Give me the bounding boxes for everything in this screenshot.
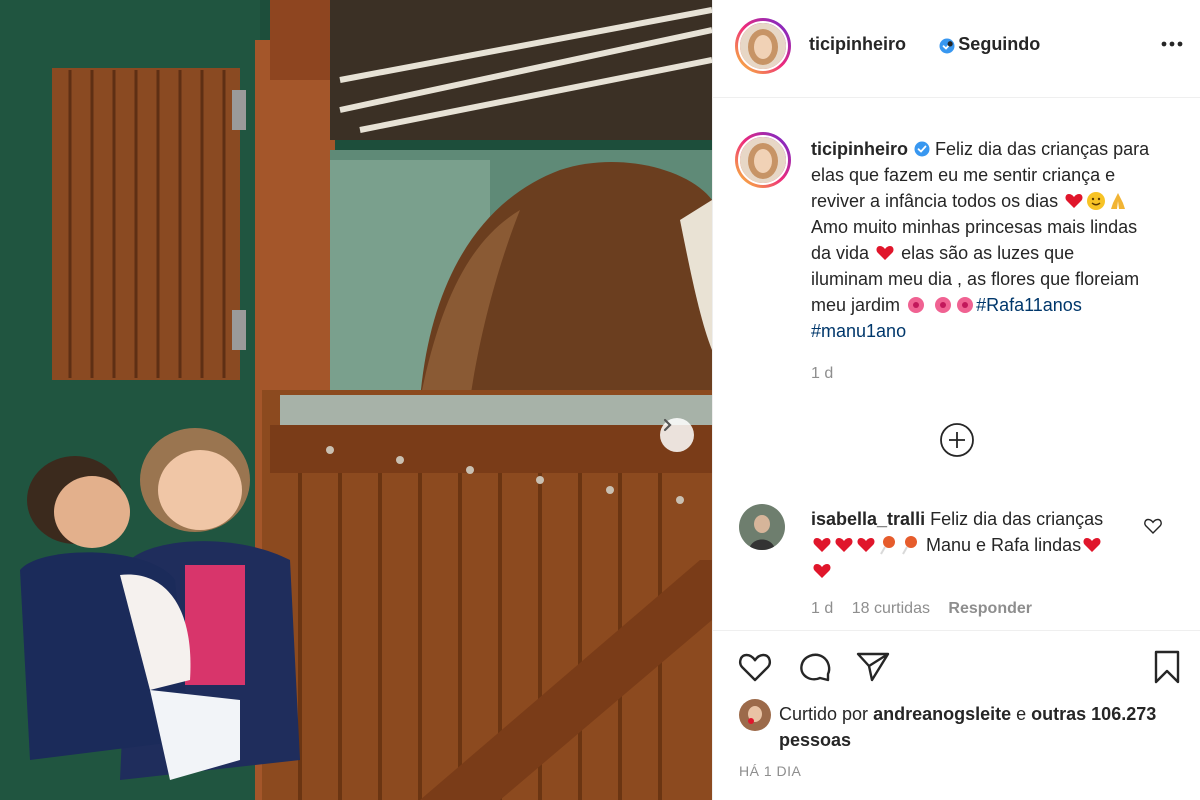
next-photo-button[interactable] [660,418,694,452]
post-image [0,0,712,800]
comment-text: isabella_tralli Feliz dia das crianças M… [811,506,1121,584]
heart-emoji-icon [1065,194,1083,208]
heart-emoji-icon [813,564,831,578]
pray-emoji-icon [1111,193,1126,209]
plus-circle-icon[interactable] [939,422,975,458]
post-details-panel: ticipinheiro • Seguindo ticipinheiro Fel… [712,0,1200,800]
hibiscus-emoji-icon [957,297,974,313]
paper-plane-icon[interactable] [855,649,891,685]
author-username[interactable]: ticipinheiro [809,34,906,55]
lollipop-emoji-icon [880,536,895,555]
reply-button[interactable]: Responder [948,600,1032,617]
caption-avatar[interactable] [738,135,788,185]
likes-conjunction: e [1016,704,1027,724]
heart-emoji-icon [876,246,894,260]
author-avatar[interactable] [738,21,788,71]
liker-avatar[interactable] [739,699,771,731]
smiley-emoji-icon [1087,192,1106,210]
verified-badge-icon [914,141,930,157]
heart-emoji-icon [835,538,853,552]
commenter-avatar[interactable] [739,504,785,550]
likes-summary: Curtido por andreanogsleite e outras 106… [779,701,1159,753]
comment-meta: 1 d 18 curtidas Responder [811,600,1046,618]
chevron-right-icon [663,418,672,432]
comment-bubble-icon[interactable] [797,649,833,685]
post-date[interactable]: HÁ 1 DIA [739,763,801,779]
heart-emoji-icon [1083,538,1101,552]
comment-likes-count[interactable]: 18 curtidas [852,600,930,617]
caption-username[interactable]: ticipinheiro [811,139,908,159]
bookmark-icon[interactable] [1149,649,1185,685]
more-dots-icon[interactable] [1159,34,1185,54]
heart-outline-icon[interactable] [737,649,773,685]
hibiscus-emoji-icon [908,297,925,313]
comment-body-2: Manu e Rafa lindas [926,535,1082,555]
heart-emoji-icon [857,538,875,552]
post-actions: Curtido por andreanogsleite e outras 106… [713,630,1200,800]
lollipop-emoji-icon [902,536,917,555]
post-photo [0,0,712,800]
post-header: ticipinheiro • Seguindo [713,0,1200,98]
comment-body-1: Feliz dia das crianças [930,509,1104,529]
hashtag-link[interactable]: #Rafa11anos [976,295,1082,315]
hashtag-link[interactable]: #manu1ano [811,321,906,341]
likes-prefix: Curtido por [779,704,869,724]
follow-status[interactable]: • Seguindo [947,34,1040,55]
liker-username[interactable]: andreanogsleite [873,704,1011,724]
commenter-username[interactable]: isabella_tralli [811,509,925,529]
comment-like-heart-icon[interactable] [1143,516,1163,536]
caption-timestamp[interactable]: 1 d [811,365,833,383]
heart-emoji-icon [813,538,831,552]
hibiscus-emoji-icon [935,297,952,313]
comment-timestamp[interactable]: 1 d [811,600,833,617]
caption-text: ticipinheiro Feliz dia das crianças para… [811,136,1151,344]
